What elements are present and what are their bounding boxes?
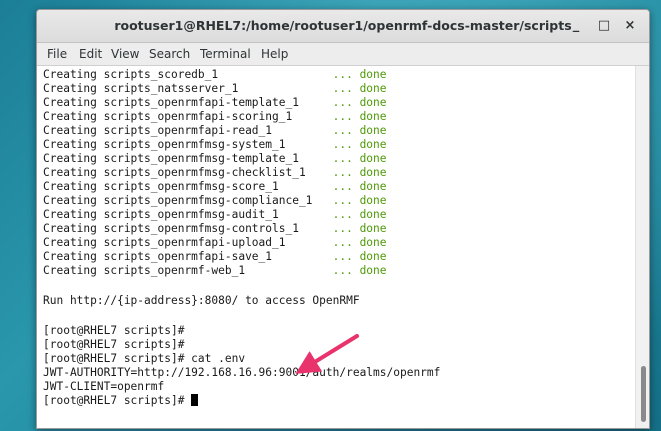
terminal-window: rootuser1@RHEL7:/home/rootuser1/openrmf-… [36,9,650,429]
annotation-arrow [295,334,359,374]
arrow-icon [295,334,359,374]
